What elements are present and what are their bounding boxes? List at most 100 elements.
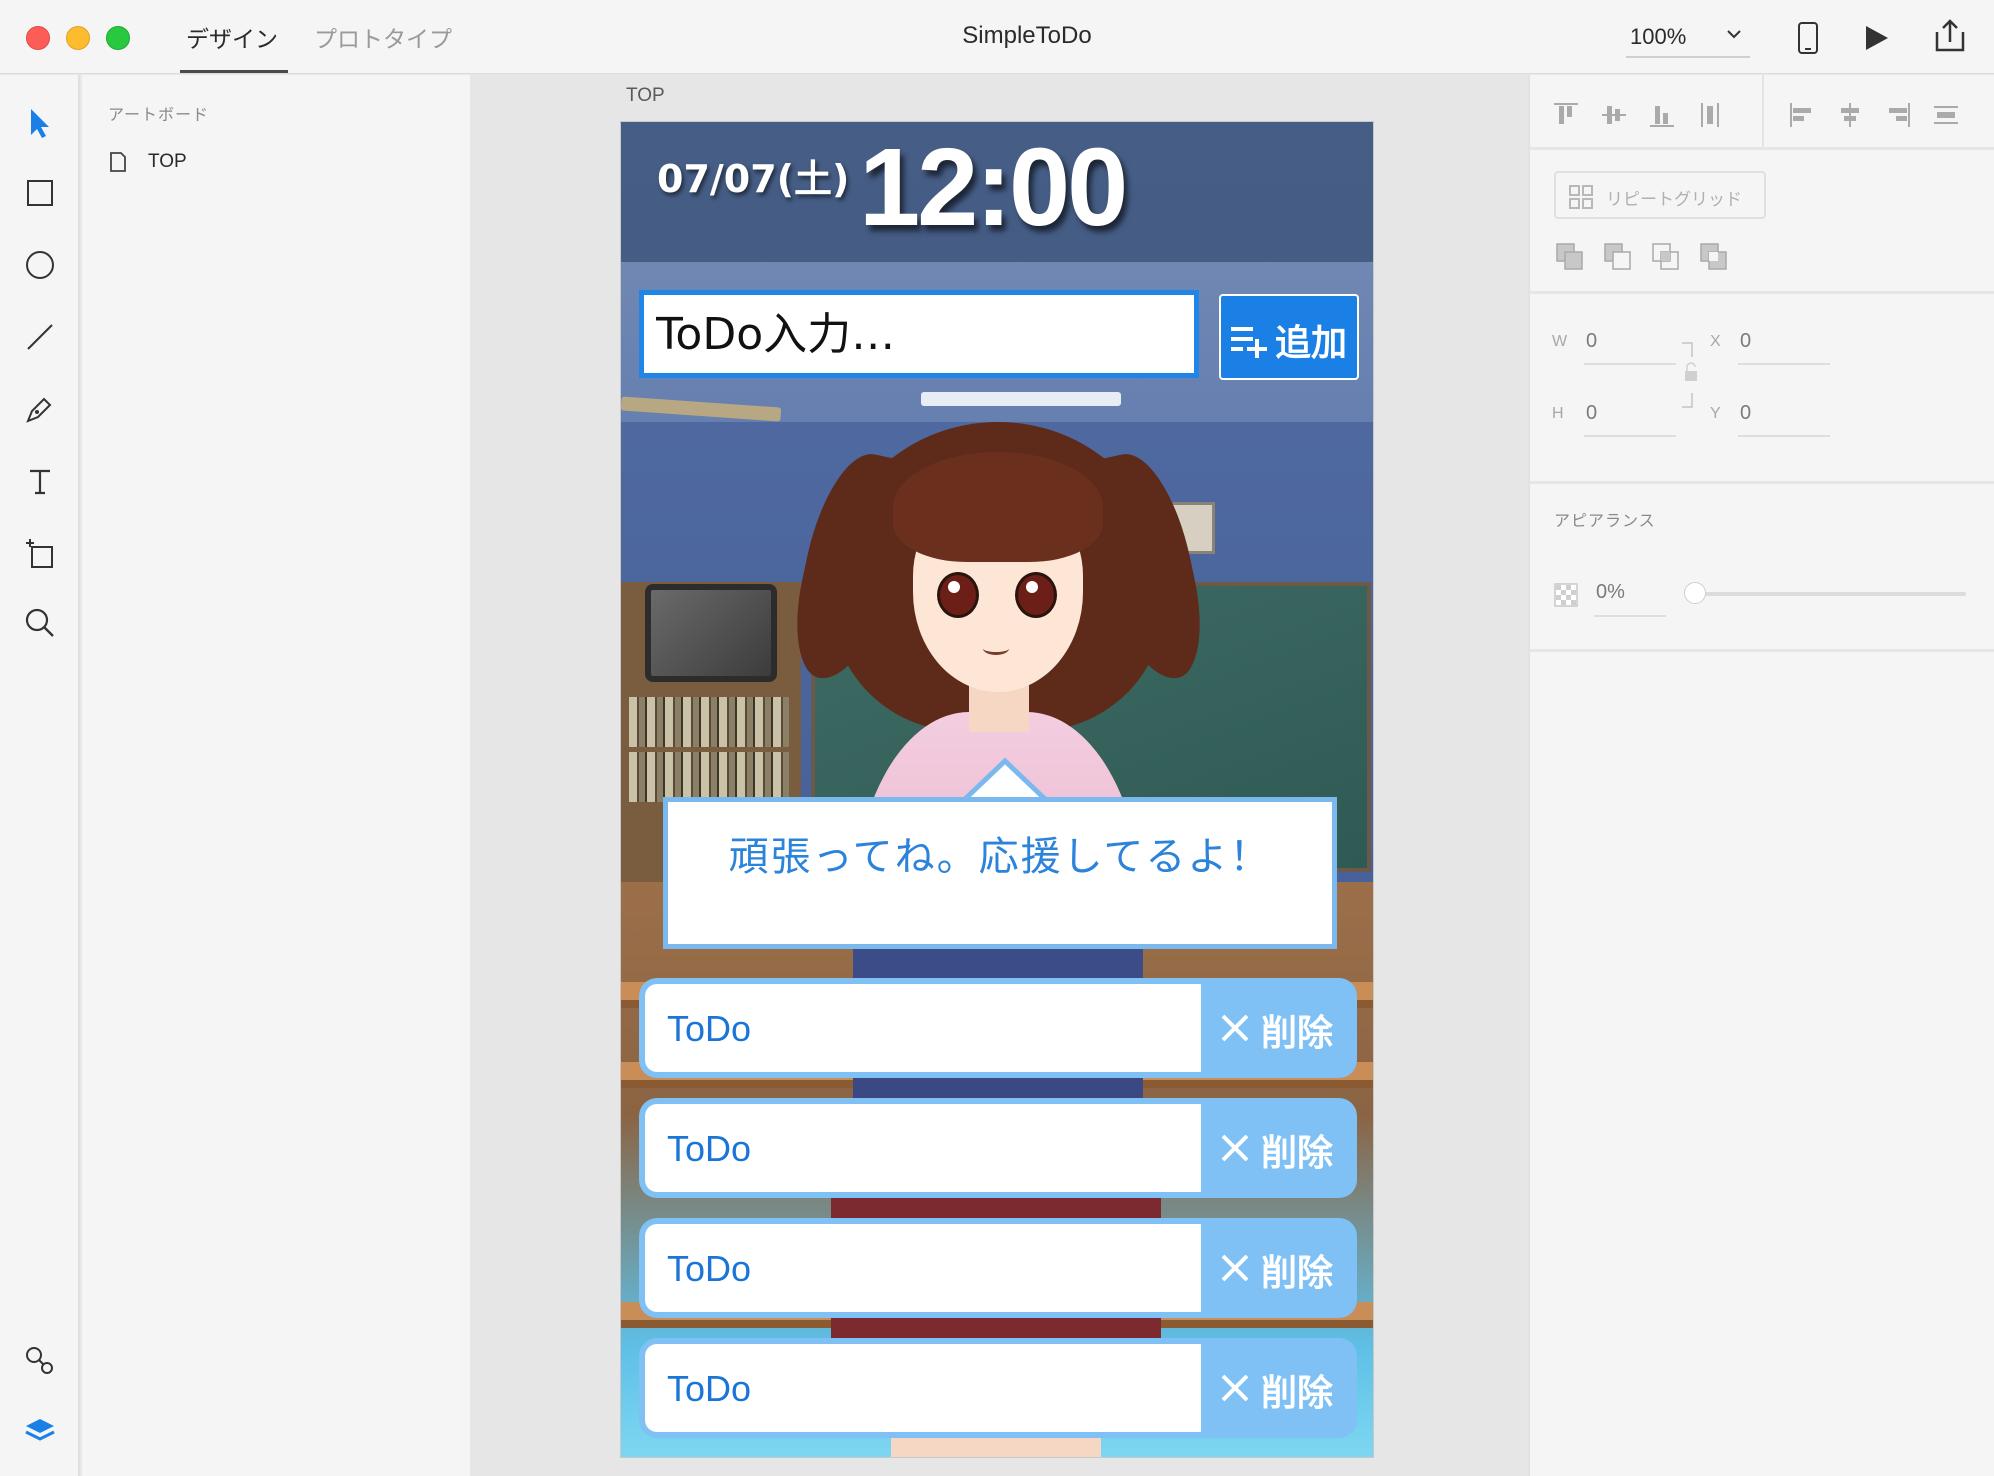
divider (1530, 147, 1994, 150)
field-underline (1738, 363, 1830, 365)
distribute-horizontal-icon[interactable] (1932, 101, 1960, 129)
align-center-icon[interactable] (1836, 101, 1864, 129)
distribute-vertical-icon[interactable] (1696, 101, 1724, 129)
align-left-icon[interactable] (1788, 101, 1816, 129)
canvas[interactable]: TOP 07/07(土) 12:00 ToDo入力… 追加 頑張ってね。応援して… (470, 75, 1528, 1476)
active-tab-indicator (180, 70, 288, 73)
y-field[interactable]: 0 (1740, 402, 1751, 425)
align-right-icon[interactable] (1884, 101, 1912, 129)
todo-item-text: ToDo (667, 1248, 752, 1289)
align-bottom-icon[interactable] (1648, 101, 1676, 129)
todo-item-text-box: ToDo (645, 1344, 1201, 1432)
television (645, 584, 777, 682)
line-icon[interactable] (22, 319, 58, 355)
delete-button[interactable]: 削除 (1201, 1218, 1357, 1318)
play-icon[interactable] (1864, 24, 1890, 52)
date-display: 07/07(土) (657, 157, 850, 201)
x-label: X (1710, 333, 1721, 350)
character-eye (1015, 572, 1057, 618)
zoom-level[interactable]: 100% (1630, 24, 1686, 50)
close-icon (1221, 1134, 1249, 1162)
zoom-underline (1626, 56, 1750, 58)
boolean-intersect-icon[interactable] (1650, 241, 1682, 273)
todo-item-text: ToDo (667, 1008, 752, 1049)
height-label: H (1552, 405, 1564, 422)
align-top-icon[interactable] (1552, 101, 1580, 129)
add-button[interactable]: 追加 (1219, 294, 1359, 380)
delete-button-label: 削除 (1261, 1373, 1334, 1414)
ceiling-light (921, 392, 1121, 406)
speech-bubble: 頑張ってね。応援してるよ！ (663, 797, 1337, 949)
opacity-slider-thumb[interactable] (1684, 582, 1706, 604)
artboard-icon[interactable] (22, 535, 58, 571)
zoom-icon[interactable] (22, 605, 58, 641)
layers-icon[interactable] (22, 1413, 58, 1449)
divider (1530, 291, 1994, 294)
delete-button-label: 削除 (1261, 1013, 1334, 1054)
delete-button[interactable]: 削除 (1201, 1098, 1357, 1198)
character-mouth (983, 642, 1009, 655)
todo-item-text-box: ToDo (645, 984, 1201, 1072)
todo-item: ToDo 削除 (639, 978, 1357, 1078)
divider (1530, 481, 1994, 484)
opacity-slider[interactable] (1692, 592, 1966, 596)
tool-bar (0, 75, 80, 1476)
width-field[interactable]: 0 (1586, 330, 1597, 353)
delete-button[interactable]: 削除 (1201, 978, 1357, 1078)
rectangle-icon[interactable] (22, 175, 58, 211)
width-label: W (1552, 333, 1568, 350)
field-underline (1584, 435, 1676, 437)
chevron-down-icon[interactable] (1726, 26, 1742, 42)
opacity-field[interactable]: 0% (1596, 581, 1625, 604)
field-underline (1738, 435, 1830, 437)
appearance-heading: アピアランス (1554, 511, 1656, 530)
boolean-exclude-icon[interactable] (1698, 241, 1730, 273)
speech-text: 頑張ってね。応援してるよ！ (728, 834, 1272, 880)
artboard[interactable]: 07/07(土) 12:00 追加 頑張ってね。応援してるよ！ T (620, 121, 1374, 1458)
document-title: SimpleToDo (962, 22, 1092, 49)
add-button-label: 追加 (1275, 323, 1348, 364)
todo-item-text-box: ToDo (645, 1104, 1201, 1192)
align-middle-icon[interactable] (1600, 101, 1628, 129)
height-field[interactable]: 0 (1586, 402, 1597, 425)
ellipse-icon[interactable] (22, 247, 58, 283)
field-underline (1584, 363, 1676, 365)
close-icon (1221, 1374, 1249, 1402)
repeat-grid-icon (1569, 185, 1593, 209)
divider (1762, 75, 1764, 147)
lock-aspect-icon[interactable] (1678, 339, 1700, 411)
character-eye (937, 572, 979, 618)
todo-input[interactable] (639, 290, 1199, 378)
text-icon[interactable] (22, 463, 58, 499)
artboard-label[interactable]: TOP (626, 85, 665, 107)
share-icon[interactable] (1934, 18, 1966, 52)
select-icon[interactable] (22, 105, 58, 141)
title-bar: デザイン プロトタイプ SimpleToDo 100% (0, 0, 1994, 74)
repeat-grid-label: リピートグリッド (1606, 190, 1742, 210)
property-inspector: リピートグリッド W 0 X 0 H 0 Y 0 アピアランス 0% (1528, 75, 1994, 1476)
pen-icon[interactable] (22, 391, 58, 427)
add-list-icon (1231, 327, 1267, 358)
artboard-page-icon (110, 152, 126, 172)
repeat-grid-button[interactable]: リピートグリッド (1554, 171, 1766, 219)
divider (1530, 649, 1994, 652)
time-display: 12:00 (859, 126, 1128, 249)
layer-item-label: TOP (148, 151, 187, 172)
x-field[interactable]: 0 (1740, 330, 1751, 353)
delete-button[interactable]: 削除 (1201, 1338, 1357, 1438)
close-icon (1221, 1014, 1249, 1042)
layers-panel: アートボード TOP (82, 75, 470, 1476)
symbols-icon[interactable] (22, 1343, 58, 1379)
character-bangs (893, 452, 1103, 562)
field-underline (1594, 615, 1666, 617)
todo-item-text: ToDo (667, 1128, 752, 1169)
boolean-subtract-icon[interactable] (1602, 241, 1634, 273)
boolean-add-icon[interactable] (1554, 241, 1586, 273)
delete-button-label: 削除 (1261, 1253, 1334, 1294)
books-row (629, 752, 789, 802)
layers-heading: アートボード (108, 105, 210, 124)
y-label: Y (1710, 405, 1721, 422)
todo-item: ToDo 削除 (639, 1098, 1357, 1198)
device-preview-icon[interactable] (1797, 22, 1819, 54)
todo-item: ToDo 削除 (639, 1218, 1357, 1318)
